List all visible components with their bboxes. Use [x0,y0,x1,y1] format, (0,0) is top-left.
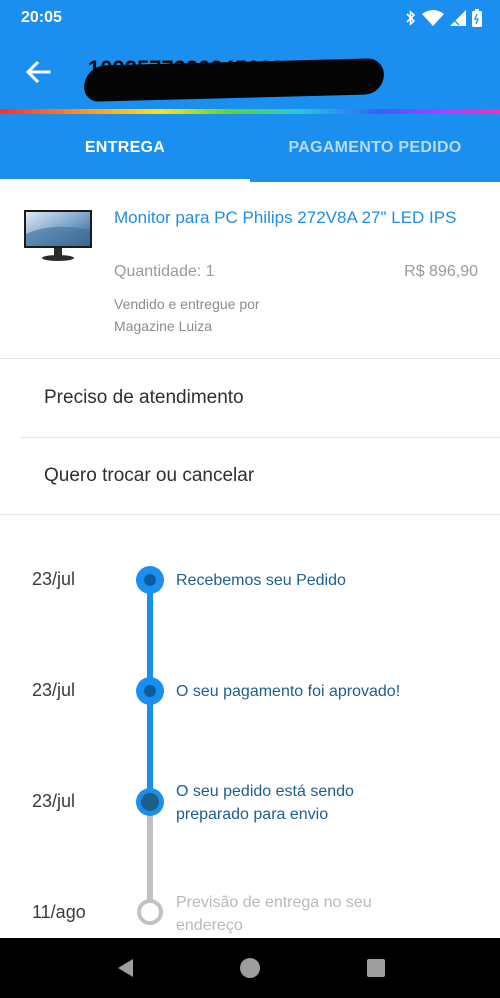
status-time: 20:05 [21,9,62,26]
product-name[interactable]: Monitor para PC Philips 272V8A 27" LED I… [114,206,484,229]
timeline-date: 23/jul [32,680,76,700]
status-bar: 20:05 [0,0,500,36]
product-price: R$ 896,90 [404,263,478,280]
timeline-date: 23/jul [32,569,76,589]
timeline-step-text-line: endereço [176,917,243,934]
seller-line1: Vendido e entregue por [114,296,260,312]
wifi-icon [422,10,444,26]
signal-icon [450,10,466,26]
timeline-date: 23/jul [32,791,76,811]
battery-icon [472,9,482,27]
exchange-cancel-menu-item[interactable]: Quero trocar ou cancelar [0,438,500,514]
nav-recents-button[interactable] [364,956,388,980]
seller-info: Vendido e entregue por Magazine Luiza [114,293,334,337]
timeline-date: 11/ago [32,902,86,922]
timeline-step-text-line: preparado para envio [176,806,329,823]
tab-delivery[interactable]: ENTREGA [0,114,250,182]
support-menu-item[interactable]: Preciso de atendimento [0,360,500,436]
timeline-step-text: O seu pedido está sendo preparado para e… [176,780,476,826]
timeline-dot-done [136,566,164,594]
timeline-step-text: O seu pagamento foi aprovado! [176,683,401,700]
tab-active-indicator [0,179,250,182]
redaction-mark [83,58,385,102]
timeline-dot-current [136,788,164,816]
timeline-step-text: Previsão de entrega no seu endereço [176,891,476,937]
tab-delivery-label: ENTREGA [84,139,166,156]
timeline-step-text-line: Previsão de entrega no seu [176,894,372,911]
exchange-cancel-label: Quero trocar ou cancelar [44,465,255,486]
timeline-dot-pending [137,899,163,925]
bluetooth-icon [406,10,416,26]
timeline-step-text: Recebemos seu Pedido [176,572,346,589]
status-icons [406,8,482,28]
support-label: Preciso de atendimento [44,387,244,408]
arrow-left-icon [25,60,51,88]
divider [0,514,500,515]
tab-payment[interactable]: PAGAMENTO PEDIDO [250,114,500,182]
home-circle-icon [238,958,262,984]
product-card: Monitor para PC Philips 272V8A 27" LED I… [0,190,500,358]
tab-bar: ENTREGA PAGAMENTO PEDIDO [0,114,500,182]
product-quantity: Quantidade: 1 [114,263,215,280]
timeline-step-text-line: O seu pedido está sendo [176,783,354,800]
system-nav-bar [0,938,500,998]
tab-payment-label: PAGAMENTO PEDIDO [288,139,462,156]
app-bar: 1093577330245669 [0,36,500,110]
seller-name: Magazine Luiza [114,318,213,334]
back-button[interactable] [16,54,60,94]
back-triangle-icon [114,959,138,984]
timeline-dot-done [136,677,164,705]
recents-square-icon [364,959,388,984]
nav-back-button[interactable] [114,956,138,980]
timeline-pending-line [147,802,153,912]
nav-home-button[interactable] [238,956,262,980]
divider [0,358,500,359]
product-image[interactable] [22,208,94,264]
